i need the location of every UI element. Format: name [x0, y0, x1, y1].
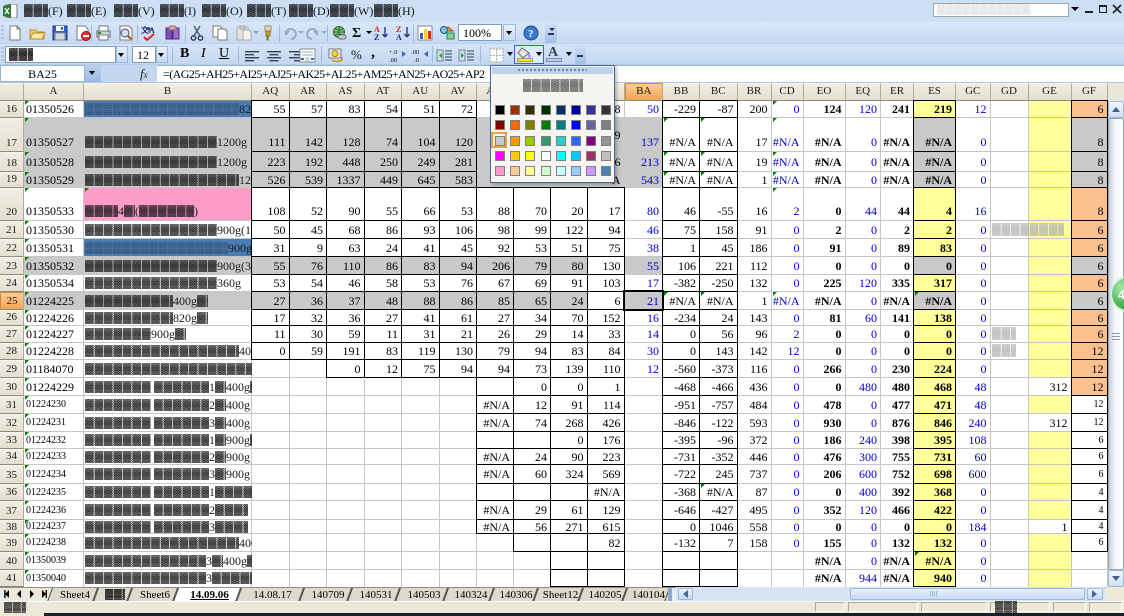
svg-text:.0: .0: [414, 57, 419, 63]
svg-text:+.0: +.0: [389, 49, 398, 56]
svg-text:.00: .00: [411, 49, 419, 56]
svg-text:A: A: [396, 33, 402, 41]
svg-text:文A: 文A: [141, 25, 155, 35]
svg-text:Z: Z: [374, 33, 379, 41]
svg-text:?: ?: [528, 28, 534, 40]
svg-text:.00: .00: [389, 57, 397, 63]
